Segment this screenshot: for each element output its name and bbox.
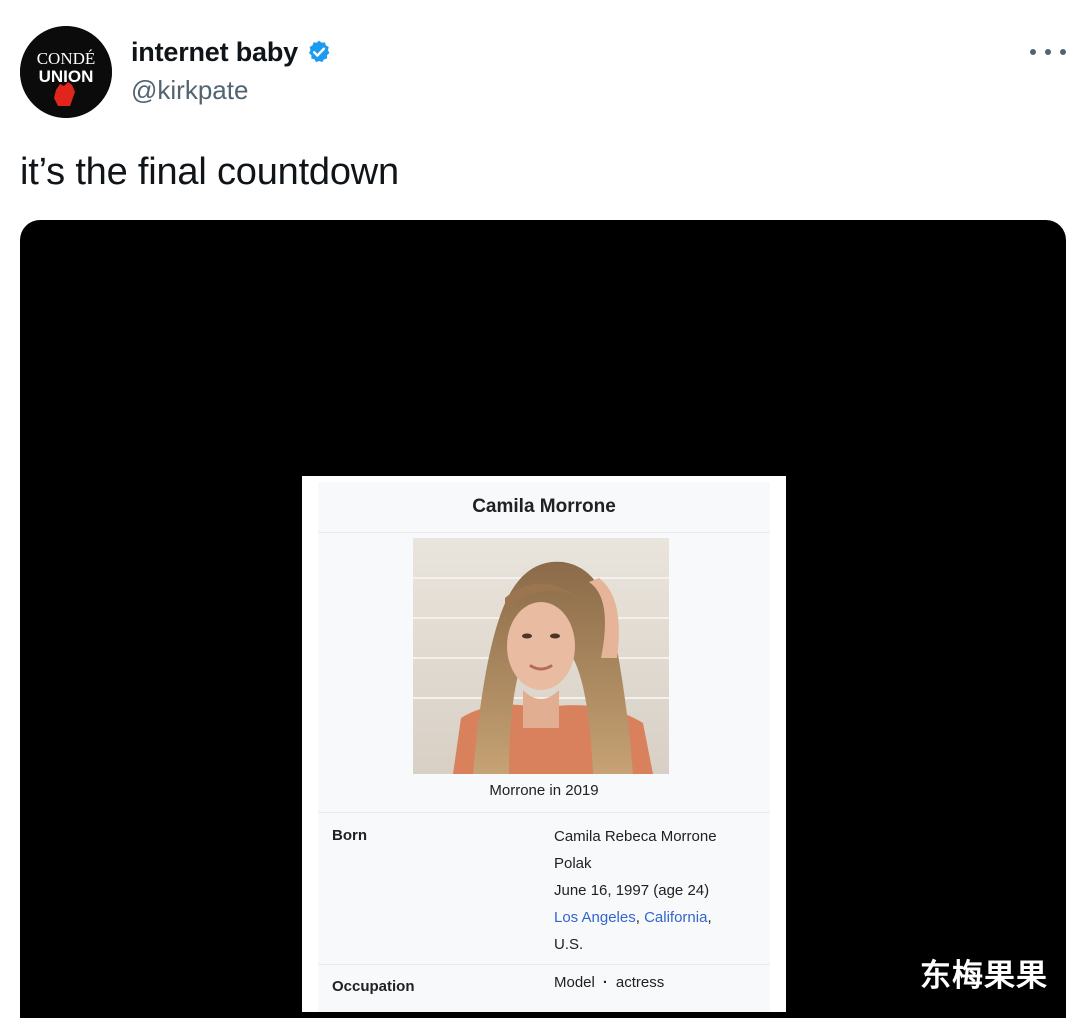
born-date: June 16, 1997 (age 24) bbox=[554, 882, 710, 899]
link-los-angeles: Los Angeles bbox=[554, 909, 636, 926]
born-name: Camila Rebeca Morrone Polak bbox=[554, 828, 717, 872]
portrait-photo bbox=[413, 538, 669, 774]
born-value: Camila Rebeca Morrone Polak June 16, 199… bbox=[554, 823, 754, 958]
occupation-item: actress bbox=[615, 974, 665, 991]
more-horizontal-icon[interactable] bbox=[1030, 40, 1066, 64]
occupation-label: Occupation bbox=[332, 978, 415, 995]
dot bbox=[1060, 49, 1066, 55]
avatar-logo-line1: CONDÉ bbox=[37, 49, 96, 68]
link-california: California bbox=[644, 909, 708, 926]
avatar[interactable]: CONDÉ UNION bbox=[20, 26, 112, 118]
infobox-panel: Camila Morrone Morrone in 2019 Born Cami… bbox=[318, 482, 770, 1012]
born-country: U.S. bbox=[554, 936, 584, 953]
infobox-title: Camila Morrone bbox=[472, 496, 616, 517]
divider bbox=[318, 812, 770, 813]
dot bbox=[1030, 49, 1036, 55]
watermark: 东梅果果 bbox=[920, 958, 1048, 994]
occupation-separator: · bbox=[602, 974, 608, 991]
occupation-value: Model · actress bbox=[554, 972, 754, 994]
place-separator: , bbox=[635, 909, 645, 926]
occupation-item: Model bbox=[554, 974, 595, 991]
display-name[interactable]: internet baby bbox=[131, 36, 298, 68]
divider bbox=[318, 964, 770, 965]
photo-caption: Morrone in 2019 bbox=[489, 782, 599, 799]
tweet-text: it’s the final countdown bbox=[20, 151, 399, 193]
avatar-logo-line2: UNION bbox=[39, 67, 94, 86]
dot bbox=[1045, 49, 1051, 55]
verified-badge-icon bbox=[306, 39, 332, 65]
wikipedia-infobox-screenshot: Camila Morrone Morrone in 2019 Born Cami… bbox=[302, 476, 786, 1012]
user-handle[interactable]: @kirkpate bbox=[131, 75, 248, 105]
tweet-media[interactable]: Camila Morrone Morrone in 2019 Born Cami… bbox=[20, 220, 1066, 1018]
divider bbox=[318, 532, 770, 533]
place-end: , bbox=[707, 909, 712, 926]
born-label: Born bbox=[332, 827, 367, 844]
display-name-row[interactable]: internet baby bbox=[131, 36, 332, 68]
born-place: Los Angeles, California, bbox=[554, 904, 754, 931]
